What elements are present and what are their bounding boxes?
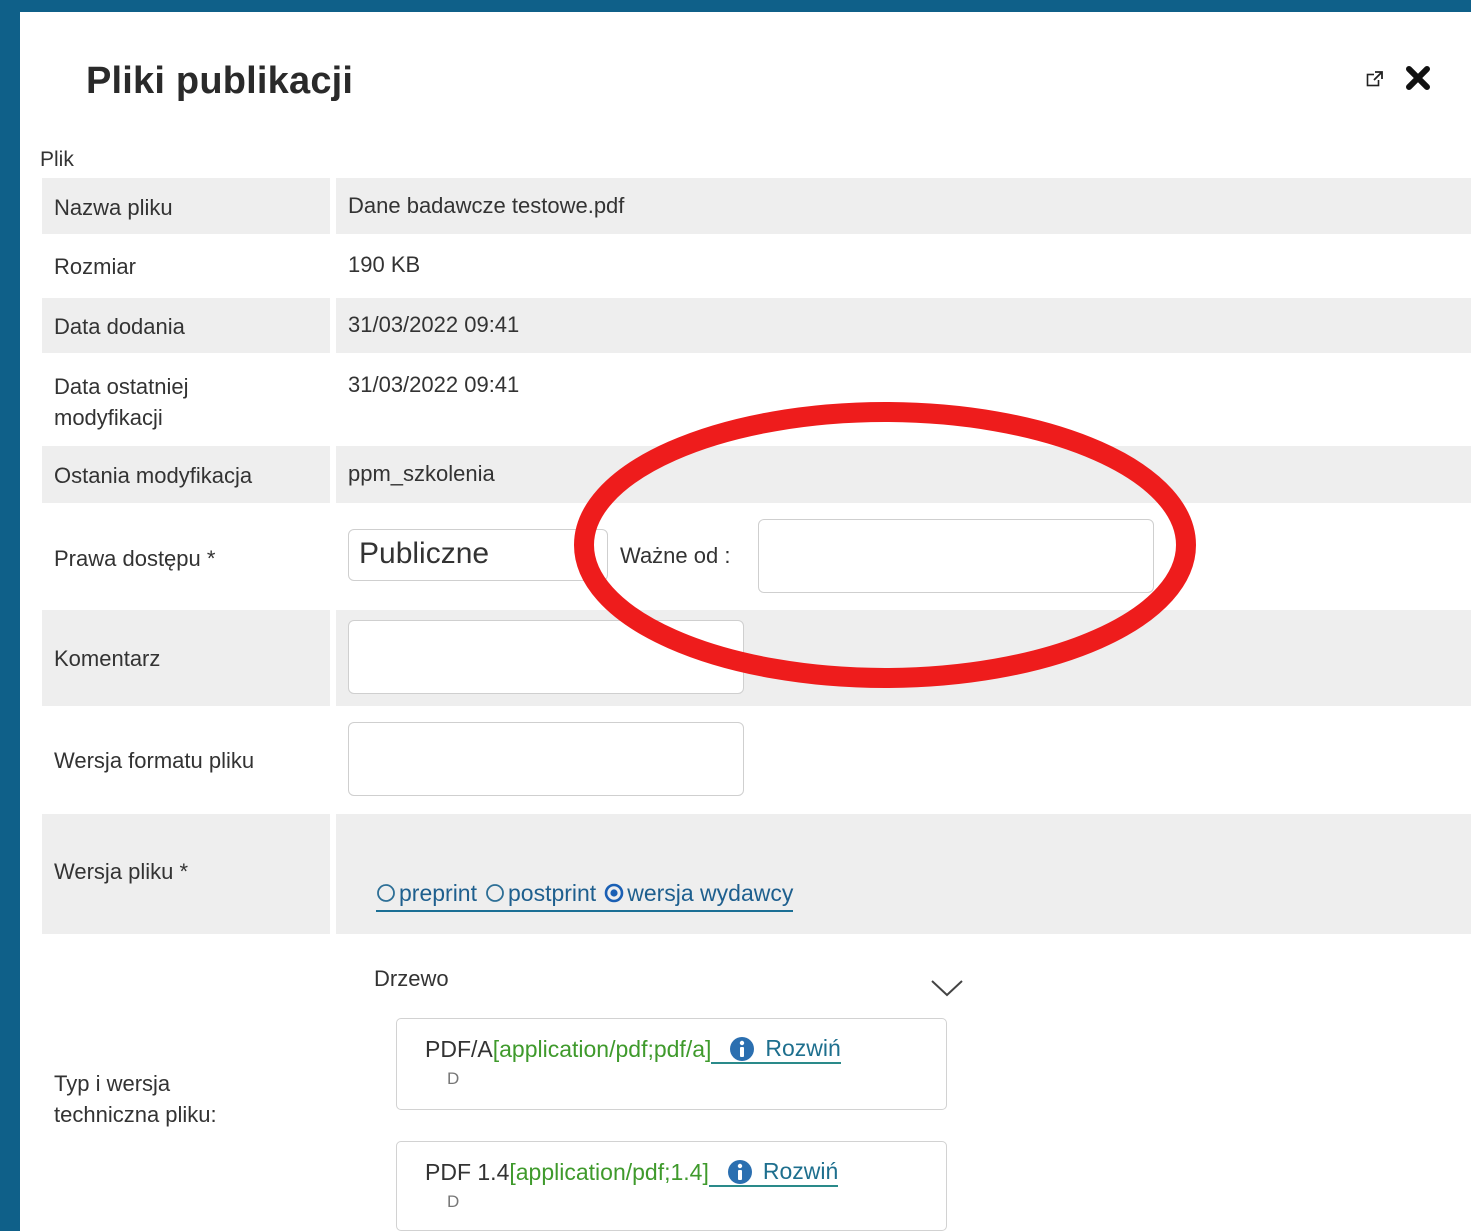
detail-label: Rozmiar [54, 254, 136, 279]
chevron-down-icon[interactable] [930, 978, 964, 998]
mime-type: [application/pdf;pdf/a] [492, 1036, 712, 1062]
detail-row-date-modified: Data ostatniej modyfikacji 31/03/2022 09… [42, 357, 1471, 443]
section-label: Plik [40, 148, 74, 171]
detail-row-date-added: Data dodania 31/03/2022 09:41 [42, 298, 1471, 353]
file-dialog: Pliki publikacji Plik Nazwa pliku Dane b… [20, 12, 1471, 1231]
tech-type-label: Typ i wersja techniczna pliku: [54, 1071, 217, 1127]
expand-link[interactable]: Rozwiń [711, 1035, 841, 1064]
format-version-label: Wersja formatu pliku [54, 748, 255, 773]
tech-type-card: PDF/A [application/pdf;pdf/a] Rozwiń D [396, 1018, 947, 1110]
mime-type: [application/pdf;1.4] [509, 1159, 709, 1185]
info-icon [730, 1036, 755, 1061]
detail-label: Data dodania [54, 314, 185, 339]
expand-label: Rozwiń [765, 1035, 841, 1061]
comment-input[interactable] [348, 620, 744, 694]
access-label: Prawa dostępu * [54, 546, 216, 571]
format-version-row: Wersja formatu pliku [42, 710, 1471, 812]
detail-value: 31/03/2022 09:41 [348, 372, 520, 397]
detail-label: Data ostatniej modyfikacji [54, 374, 189, 430]
valid-from-input[interactable] [758, 519, 1154, 593]
tech-type-card: PDF 1.4 [application/pdf;1.4] Rozwiń D [396, 1141, 947, 1231]
format-version-input[interactable] [348, 722, 744, 796]
close-icon[interactable] [1404, 64, 1432, 92]
card-subtext: D [447, 1069, 460, 1088]
expand-label: Rozwiń [762, 1158, 839, 1184]
access-rights-select[interactable]: Publiczne [348, 529, 608, 581]
valid-from-label: Ważne od : [620, 543, 731, 568]
detail-value: Dane badawcze testowe.pdf [348, 193, 625, 218]
file-version-label: Wersja pliku * [54, 859, 189, 884]
detail-value: ppm_szkolenia [348, 461, 495, 486]
card-subtext: D [447, 1192, 460, 1211]
detail-label: Nazwa pliku [54, 195, 173, 220]
tree-label: Drzewo [374, 966, 449, 991]
detail-row-filename: Nazwa pliku Dane badawcze testowe.pdf [42, 178, 1471, 234]
radio-label: postprint [507, 879, 597, 906]
detail-row-size: Rozmiar 190 KB [42, 238, 1471, 294]
radio-label: preprint [399, 879, 477, 906]
file-version-row: Wersja pliku * preprint postprint wersja… [42, 814, 1471, 934]
expand-link[interactable]: Rozwiń [708, 1158, 839, 1187]
comment-label: Komentarz [54, 646, 161, 671]
dialog-title: Pliki publikacji [86, 60, 354, 102]
info-icon [727, 1159, 752, 1184]
access-row: Prawa dostępu * Publiczne Ważne od : [42, 507, 1471, 607]
detail-value: 31/03/2022 09:41 [348, 312, 520, 337]
format-name: PDF/A [425, 1036, 493, 1062]
detail-value: 190 KB [348, 252, 421, 277]
radio-preprint[interactable]: preprint [376, 880, 477, 907]
radio-checked-icon [604, 883, 624, 903]
radio-label: wersja wydawcy [627, 879, 794, 906]
radio-publisher-version[interactable]: wersja wydawcy [604, 880, 793, 907]
format-name: PDF 1.4 [425, 1159, 510, 1185]
comment-row: Komentarz [42, 610, 1471, 706]
radio-unchecked-icon [377, 884, 395, 902]
detail-row-last-modifier: Ostania modyfikacja ppm_szkolenia [42, 446, 1471, 503]
detail-label: Ostania modyfikacja [54, 463, 253, 488]
radio-postprint[interactable]: postprint [485, 880, 596, 907]
radio-unchecked-icon [486, 884, 504, 902]
file-version-radio-group: preprint postprint wersja wydawcy [376, 876, 794, 912]
external-link-icon[interactable] [1366, 70, 1384, 88]
